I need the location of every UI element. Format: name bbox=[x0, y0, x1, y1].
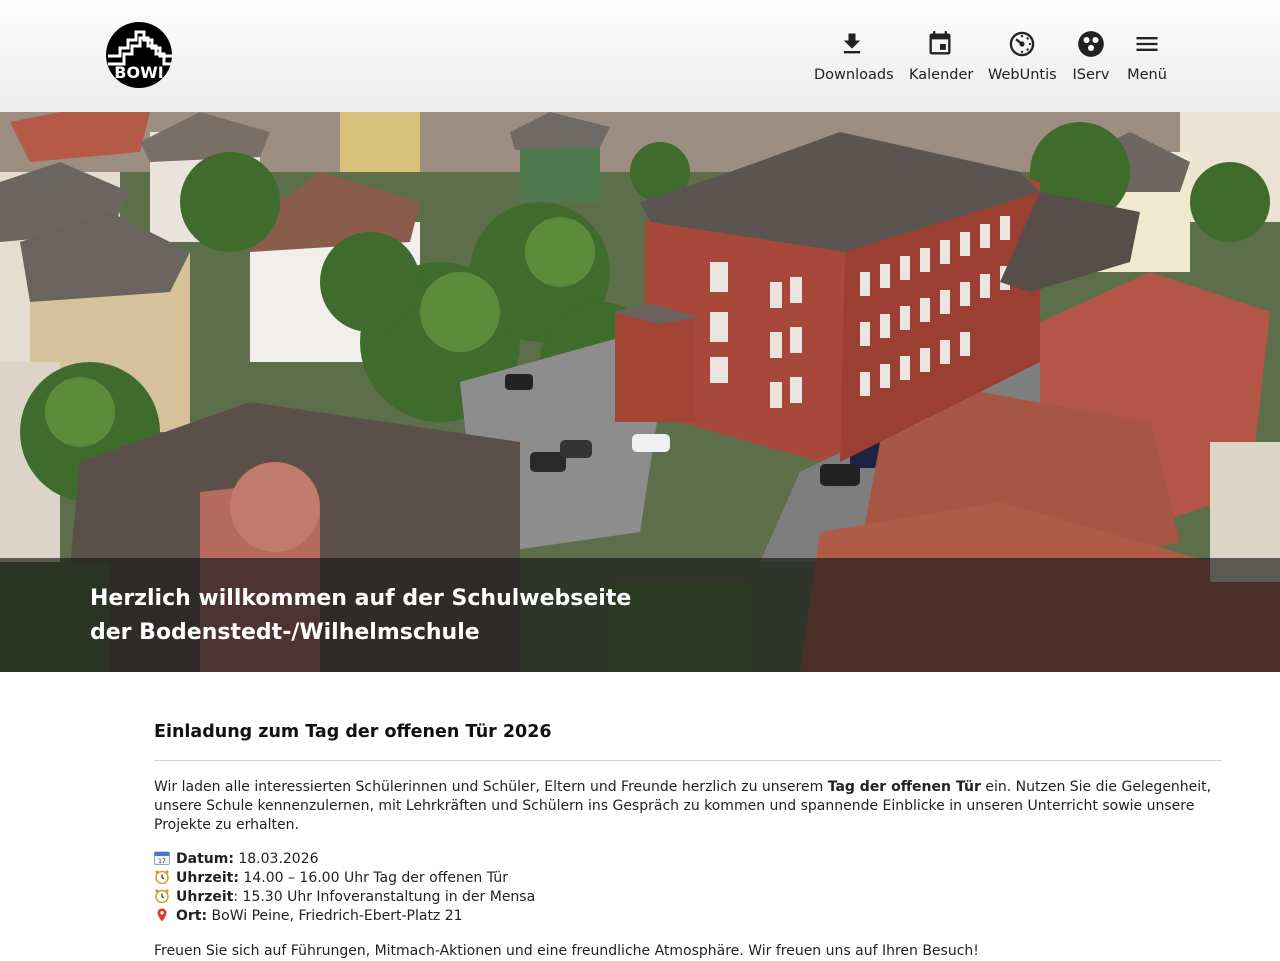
detail-time: Uhrzeit: 14.00 – 16.00 Uhr Tag der offen… bbox=[154, 869, 1222, 888]
calendar-icon bbox=[929, 31, 951, 55]
detail-date-value: 18.03.2026 bbox=[233, 851, 319, 867]
detail-location-value: BoWi Peine, Friedrich-Ebert-Platz 21 bbox=[207, 908, 463, 924]
detail-time-value: 14.00 – 16.00 Uhr Tag der offenen Tür bbox=[238, 870, 509, 886]
detail-info-time: Uhrzeit: 15.30 Uhr Infoveranstaltung in … bbox=[154, 888, 1222, 907]
calendar-emoji-icon: 17 bbox=[154, 851, 170, 865]
download-icon bbox=[843, 33, 861, 54]
site-header: BOWI Downloads Kalender WebUntis IServ M… bbox=[0, 0, 1280, 112]
nav-label: Kalender bbox=[909, 67, 974, 83]
alarm-clock-emoji-icon bbox=[155, 870, 169, 884]
webuntis-icon bbox=[1009, 31, 1035, 57]
event-details: 17 Datum: 18.03.2026 Uhrzeit: 14.00 – 16… bbox=[154, 850, 1222, 926]
article-intro: Wir laden alle interessierten Schülerinn… bbox=[154, 778, 1222, 835]
intro-text-start: Wir laden alle interessierten Schülerinn… bbox=[154, 779, 828, 795]
detail-time-label: Uhrzeit: bbox=[176, 870, 239, 886]
article-title: Einladung zum Tag der offenen Tür 2026 bbox=[154, 722, 552, 742]
detail-location: Ort: BoWi Peine, Friedrich-Ebert-Platz 2… bbox=[154, 907, 1222, 926]
main-content: Einladung zum Tag der offenen Tür 2026 W… bbox=[154, 712, 1222, 961]
nav-iserv[interactable]: IServ bbox=[1071, 30, 1111, 90]
nav-calendar[interactable]: Kalender bbox=[909, 30, 974, 90]
nav-label: Downloads bbox=[814, 67, 894, 83]
hero-title-line-2: der Bodenstedt-/Wilhelmschule bbox=[90, 620, 480, 645]
title-divider bbox=[154, 760, 1222, 761]
hamburger-menu-icon bbox=[1136, 37, 1158, 51]
detail-info-time-value: : 15.30 Uhr Infoveranstaltung in der Men… bbox=[233, 889, 536, 905]
nav-label: IServ bbox=[1072, 67, 1110, 83]
hero-title: Herzlich willkommen auf der Schulwebseit… bbox=[90, 582, 631, 650]
top-navigation: Downloads Kalender WebUntis IServ Menü bbox=[0, 30, 1280, 90]
hero-title-line-1: Herzlich willkommen auf der Schulwebseit… bbox=[90, 586, 632, 611]
svg-text:17: 17 bbox=[158, 858, 166, 865]
nav-menu[interactable]: Menü bbox=[1124, 30, 1170, 90]
intro-text-highlight: Tag der offenen Tür bbox=[827, 779, 981, 795]
nav-webuntis[interactable]: WebUntis bbox=[988, 30, 1057, 90]
detail-date: 17 Datum: 18.03.2026 bbox=[154, 850, 1222, 869]
detail-date-label: Datum: bbox=[176, 851, 234, 867]
article-closing: Freuen Sie sich auf Führungen, Mitmach-A… bbox=[154, 943, 979, 959]
nav-label: WebUntis bbox=[988, 67, 1057, 83]
location-pin-icon bbox=[157, 908, 167, 922]
detail-location-label: Ort: bbox=[176, 908, 208, 924]
nav-label: Menü bbox=[1127, 67, 1167, 83]
alarm-clock-emoji-icon bbox=[155, 889, 169, 903]
detail-info-time-label: Uhrzeit bbox=[176, 889, 234, 905]
hero-banner: Herzlich willkommen auf der Schulwebseit… bbox=[0, 112, 1280, 672]
nav-downloads[interactable]: Downloads bbox=[814, 30, 894, 90]
iserv-icon bbox=[1078, 31, 1104, 57]
